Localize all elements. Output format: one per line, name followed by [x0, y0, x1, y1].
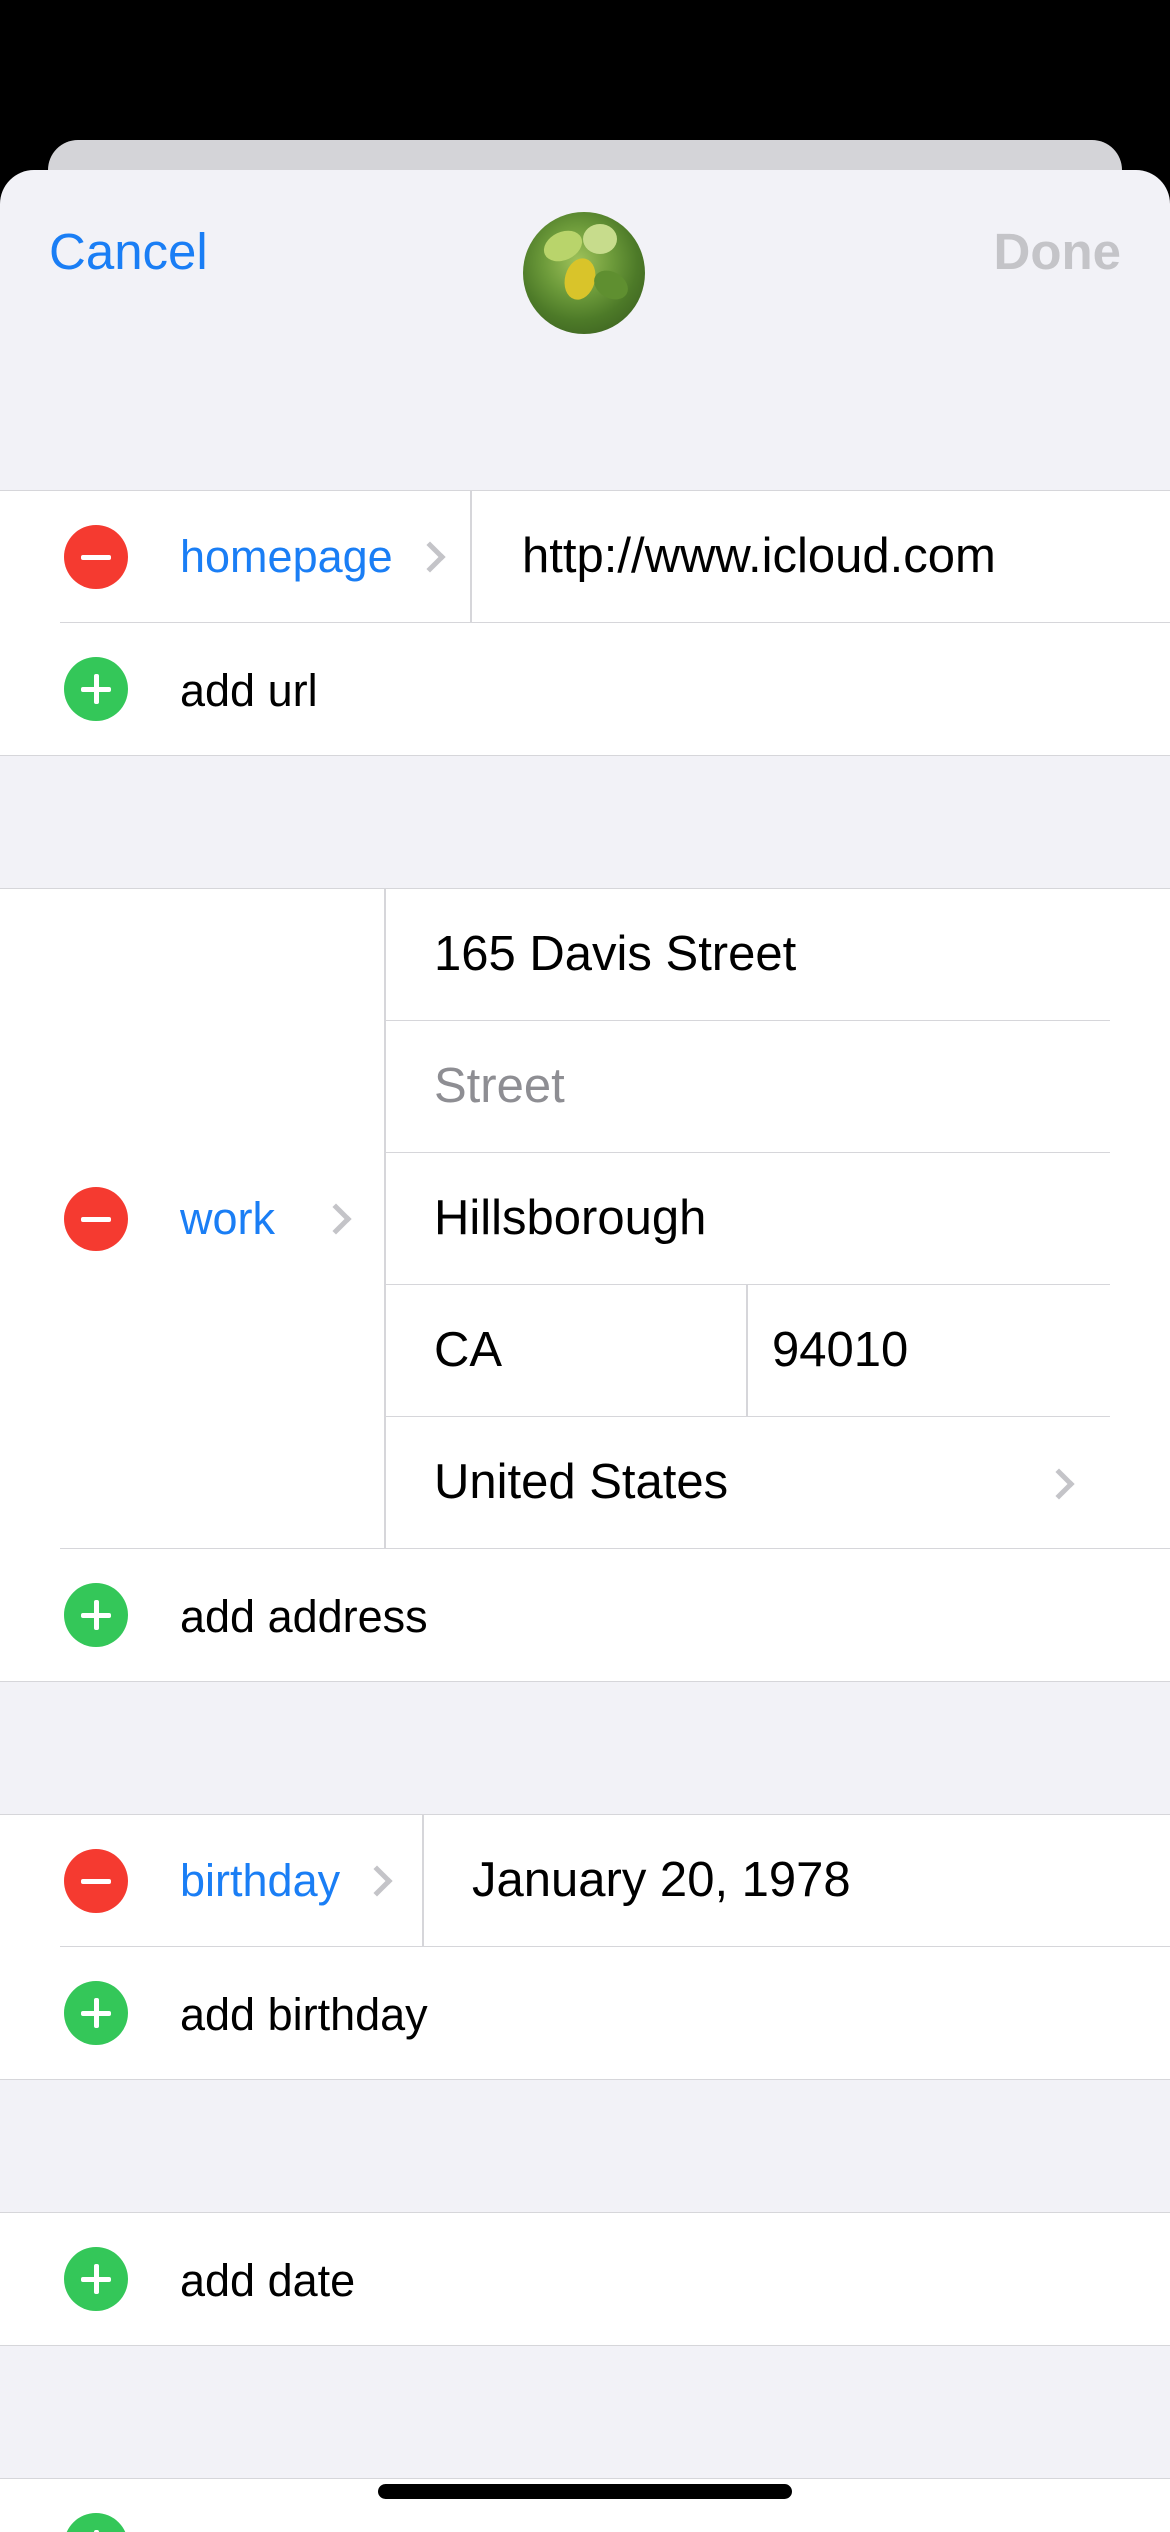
- add-address-icon[interactable]: [64, 1583, 128, 1647]
- birthday-section: birthday January 20, 1978 add birthday: [0, 1814, 1170, 2080]
- remove-address-icon[interactable]: [64, 1187, 128, 1251]
- birthday-label: birthday: [180, 1855, 341, 1906]
- zip-field[interactable]: 94010: [772, 1322, 908, 1378]
- add-date-icon[interactable]: [64, 2247, 128, 2311]
- add-url-icon[interactable]: [64, 657, 128, 721]
- done-button[interactable]: Done: [994, 222, 1122, 281]
- add-icon[interactable]: [64, 2513, 128, 2532]
- url-label-picker[interactable]: homepage: [180, 531, 446, 583]
- remove-birthday-icon[interactable]: [64, 1849, 128, 1913]
- street-field-1[interactable]: 165 Davis Street: [434, 926, 796, 982]
- chevron-right-icon: [414, 541, 446, 573]
- state-field[interactable]: CA: [434, 1322, 502, 1378]
- url-row: homepage http://www.icloud.com: [0, 491, 1170, 623]
- address-row: work 165 Davis Street Street Hillsboroug…: [0, 889, 1170, 1549]
- add-date-label[interactable]: add date: [180, 2255, 355, 2307]
- address-label-picker[interactable]: work: [180, 1193, 352, 1245]
- chevron-right-icon: [361, 1865, 393, 1897]
- url-label: homepage: [180, 531, 393, 582]
- country-line[interactable]: United States: [384, 1417, 1110, 1549]
- add-address-label[interactable]: add address: [180, 1591, 428, 1643]
- street-line-2: Street: [384, 1021, 1110, 1153]
- add-birthday-label[interactable]: add birthday: [180, 1989, 428, 2041]
- address-label: work: [180, 1193, 276, 1244]
- chevron-right-icon: [320, 1203, 352, 1235]
- add-url-row[interactable]: add url: [0, 623, 1170, 755]
- home-indicator[interactable]: [378, 2484, 792, 2499]
- city-line: Hillsborough: [384, 1153, 1110, 1285]
- date-section: add date: [0, 2212, 1170, 2346]
- add-birthday-row[interactable]: add birthday: [0, 1947, 1170, 2079]
- add-date-row[interactable]: add date: [0, 2213, 1170, 2345]
- street-line-1: 165 Davis Street: [384, 889, 1110, 1021]
- birthday-field[interactable]: January 20, 1978: [472, 1852, 851, 1908]
- contact-photo[interactable]: [523, 212, 645, 334]
- url-section: homepage http://www.icloud.com add url: [0, 490, 1170, 756]
- add-address-row[interactable]: add address: [0, 1549, 1170, 1681]
- add-birthday-icon[interactable]: [64, 1981, 128, 2045]
- birthday-label-picker[interactable]: birthday: [180, 1855, 393, 1907]
- add-url-label[interactable]: add url: [180, 665, 318, 717]
- nav-bar: Cancel Done: [0, 170, 1170, 490]
- city-field[interactable]: Hillsborough: [434, 1190, 706, 1246]
- chevron-right-icon: [1043, 1468, 1075, 1500]
- url-field[interactable]: http://www.icloud.com: [522, 528, 996, 584]
- birthday-row: birthday January 20, 1978: [0, 1815, 1170, 1947]
- edit-contact-sheet: Cancel Done homepage http://www.icloud.c…: [0, 170, 1170, 2532]
- address-section: work 165 Davis Street Street Hillsboroug…: [0, 888, 1170, 1682]
- country-field[interactable]: United States: [434, 1454, 728, 1510]
- remove-url-icon[interactable]: [64, 525, 128, 589]
- cancel-button[interactable]: Cancel: [49, 222, 208, 281]
- street-field-2[interactable]: Street: [434, 1058, 565, 1114]
- state-zip-line: CA 94010: [384, 1285, 1110, 1417]
